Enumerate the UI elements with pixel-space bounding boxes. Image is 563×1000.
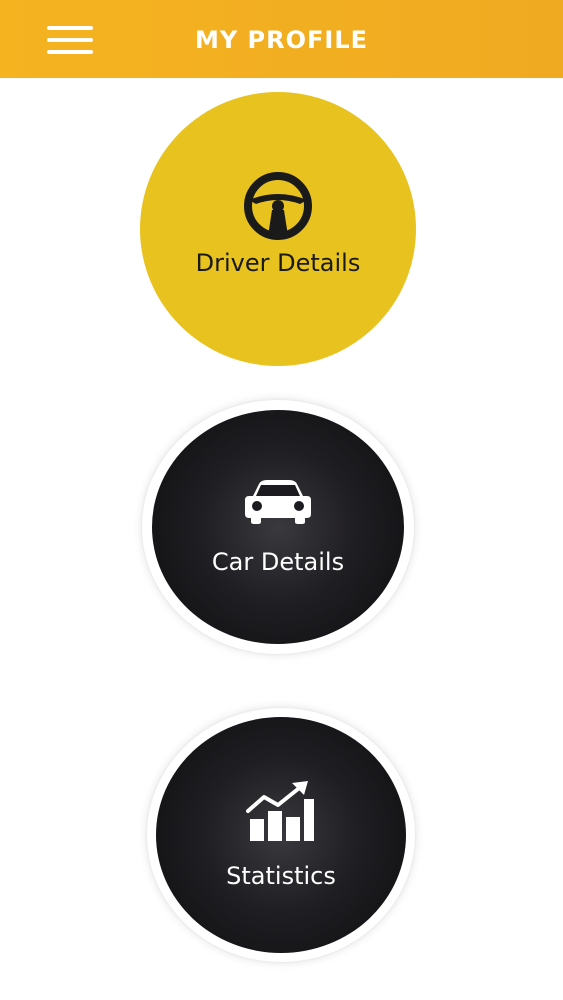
steering-wheel-icon: [244, 172, 312, 240]
statistics-button[interactable]: Statistics: [156, 717, 406, 953]
page-title: MY PROFILE: [194, 26, 369, 54]
chart-growth-icon: [246, 781, 314, 841]
app-header: MY PROFILE: [0, 0, 563, 78]
driver-details-button[interactable]: Driver Details: [140, 92, 416, 366]
statistics-label: Statistics: [226, 862, 336, 890]
driver-details-label: Driver Details: [195, 249, 361, 277]
car-details-label: Car Details: [211, 548, 345, 576]
car-details-button[interactable]: Car Details: [152, 410, 404, 644]
car-icon: [245, 480, 311, 524]
